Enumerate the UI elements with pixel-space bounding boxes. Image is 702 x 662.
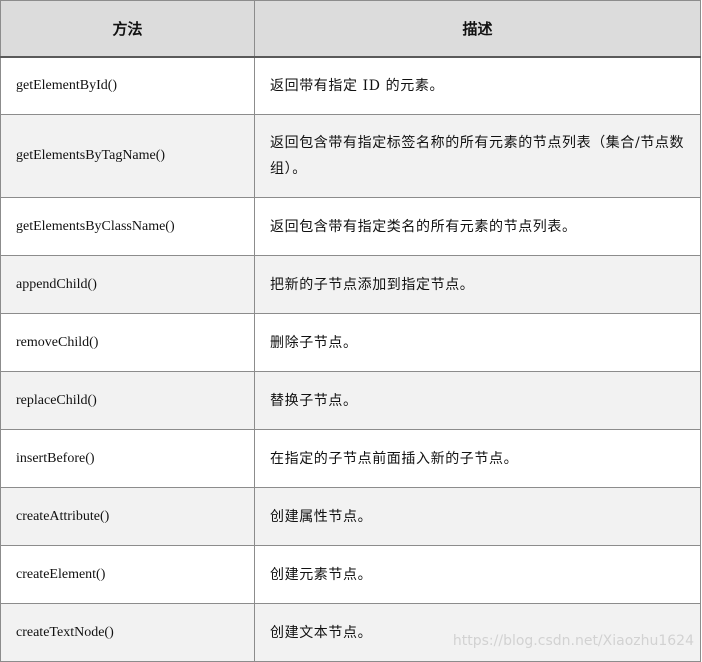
method-name-cell: createAttribute() (0, 487, 255, 546)
method-description-cell: 在指定的子节点前面插入新的子节点。 (254, 429, 701, 488)
table-row: createElement() 创建元素节点。 (0, 545, 701, 604)
method-name-cell: createElement() (0, 545, 255, 604)
method-description-cell: 把新的子节点添加到指定节点。 (254, 255, 701, 314)
table-row: getElementsByTagName() 返回包含带有指定标签名称的所有元素… (0, 114, 701, 198)
table-row: removeChild() 删除子节点。 (0, 313, 701, 372)
method-description-cell: 删除子节点。 (254, 313, 701, 372)
method-name-cell: appendChild() (0, 255, 255, 314)
table-row: getElementById() 返回带有指定 ID 的元素。 (0, 56, 701, 115)
table-row: insertBefore() 在指定的子节点前面插入新的子节点。 (0, 429, 701, 488)
method-name-cell: getElementById() (0, 56, 255, 115)
method-name-cell: replaceChild() (0, 371, 255, 430)
method-description-cell: 创建属性节点。 (254, 487, 701, 546)
method-name-cell: insertBefore() (0, 429, 255, 488)
table-header-row: 方法 描述 (0, 0, 701, 58)
method-name-cell: createTextNode() (0, 603, 255, 662)
watermark-url: https://blog.csdn.net/Xiaozhu1624 (452, 633, 694, 649)
method-name-cell: getElementsByClassName() (0, 197, 255, 256)
dom-methods-table: 方法 描述 getElementById() 返回带有指定 ID 的元素。 ge… (0, 0, 701, 662)
table-row: getElementsByClassName() 返回包含带有指定类名的所有元素… (0, 197, 701, 256)
column-header-method: 方法 (0, 0, 255, 58)
method-description-cell: 返回包含带有指定标签名称的所有元素的节点列表（集合/节点数组）。 (254, 114, 701, 198)
method-name-cell: removeChild() (0, 313, 255, 372)
table-row: replaceChild() 替换子节点。 (0, 371, 701, 430)
method-description-cell: 替换子节点。 (254, 371, 701, 430)
method-name-cell: getElementsByTagName() (0, 114, 255, 198)
method-description-cell: 创建元素节点。 (254, 545, 701, 604)
column-header-description: 描述 (254, 0, 701, 58)
table-row: createAttribute() 创建属性节点。 (0, 487, 701, 546)
method-description-cell: 返回带有指定 ID 的元素。 (254, 56, 701, 115)
method-description-cell: 返回包含带有指定类名的所有元素的节点列表。 (254, 197, 701, 256)
table-row: appendChild() 把新的子节点添加到指定节点。 (0, 255, 701, 314)
